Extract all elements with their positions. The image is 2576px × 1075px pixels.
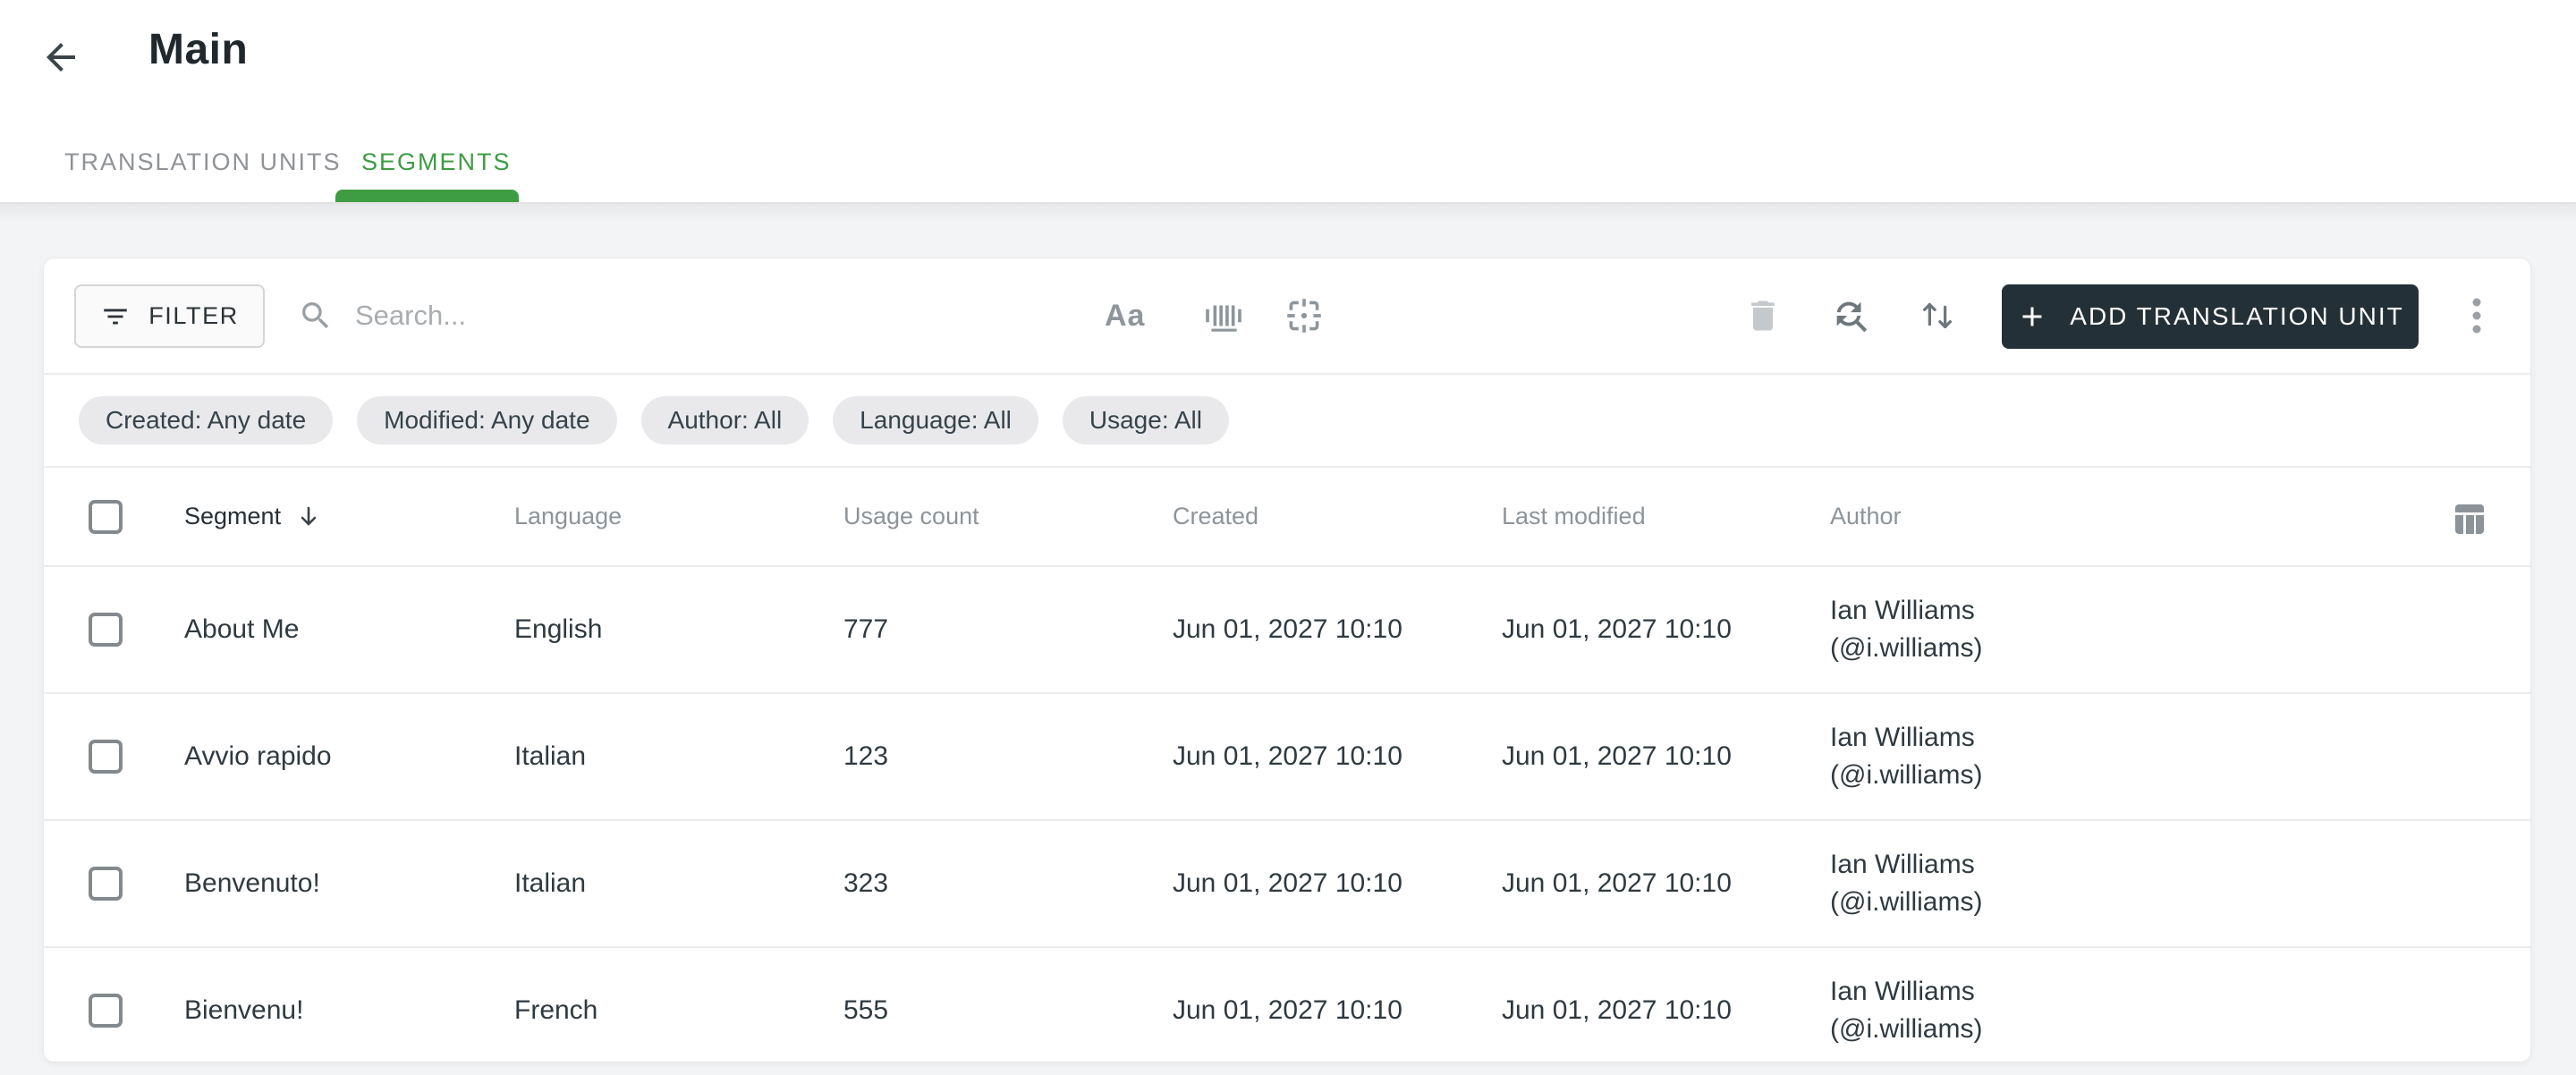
trash-icon [1751,300,1775,331]
cell-author: Ian Williams (@i.williams) [1830,977,1983,1044]
add-translation-unit-button[interactable]: ADD TRANSLATION UNIT [2002,284,2419,349]
filter-icon [104,309,127,324]
search-input[interactable] [355,300,981,332]
match-case-toggle[interactable]: Aa [1105,258,1145,373]
table-header: Segment Language Usage count Created Las… [44,468,2530,567]
columns-icon [2455,504,2484,534]
cell-usage-count: 555 [843,995,889,1025]
column-header-language[interactable]: Language [514,503,843,530]
table-row[interactable]: Avvio rapido Italian 123 Jun 01, 2027 10… [44,694,2530,821]
row-checkbox[interactable] [89,613,123,647]
search-icon [302,302,329,329]
cell-author: Ian Williams (@i.williams) [1830,850,1983,917]
tab-bar: TRANSLATION UNITS SEGMENTS [0,134,2576,204]
cell-language: French [514,995,598,1025]
column-picker-button[interactable] [2452,500,2530,534]
chip-usage[interactable]: Usage: All [1062,396,1229,444]
cell-segment: About Me [184,614,300,644]
column-header-last-modified[interactable]: Last modified [1502,503,1830,530]
cell-created: Jun 01, 2027 10:10 [1173,741,1402,771]
chip-author[interactable]: Author: All [640,396,809,444]
table-row[interactable]: About Me English 777 Jun 01, 2027 10:10 … [44,567,2530,694]
content-area: FILTER Aa [0,204,2576,1075]
column-header-usage-count[interactable]: Usage count [843,503,1173,530]
page-title: Main [148,26,249,73]
filter-button[interactable]: FILTER [74,284,265,348]
frame-scan-icon [1287,299,1321,333]
frame-scan-toggle[interactable] [1282,258,1326,373]
delete-button[interactable] [1743,258,1783,373]
cell-last-modified: Jun 01, 2027 10:10 [1502,614,1732,644]
cell-language: Italian [514,741,587,771]
sort-arrows-icon [1922,302,1953,329]
top-header: Main [0,0,2576,134]
filter-chips-row: Created: Any date Modified: Any date Aut… [44,375,2530,468]
back-button[interactable] [36,32,86,82]
cell-language: Italian [514,868,587,898]
cell-segment: Bienvenu! [184,995,304,1025]
cell-author: Ian Williams (@i.williams) [1830,723,1983,790]
plus-icon [2022,307,2042,326]
add-button-label: ADD TRANSLATION UNIT [2070,302,2404,330]
cell-segment: Avvio rapido [184,741,332,771]
row-checkbox[interactable] [89,740,123,774]
chip-modified[interactable]: Modified: Any date [357,396,617,444]
cell-created: Jun 01, 2027 10:10 [1173,995,1402,1025]
find-replace-button[interactable] [1830,258,1871,373]
tab-segments[interactable]: SEGMENTS [361,134,512,190]
select-all-checkbox[interactable] [89,499,123,534]
match-case-icon: Aa [1105,298,1146,333]
more-options-button[interactable] [2459,258,2495,373]
tab-translation-units[interactable]: TRANSLATION UNITS [64,134,342,190]
arrow-left-icon [47,43,75,72]
search-box [298,258,981,373]
cell-segment: Benvenuto! [184,868,320,898]
cell-author: Ian Williams (@i.williams) [1830,596,1983,663]
toolbar: FILTER Aa [44,258,2530,375]
cell-last-modified: Jun 01, 2027 10:10 [1502,741,1732,771]
row-checkbox[interactable] [89,994,123,1028]
cell-usage-count: 323 [843,868,889,898]
chip-language[interactable]: Language: All [833,396,1038,444]
kebab-menu-icon [2472,298,2481,334]
segments-card: FILTER Aa [43,258,2531,1062]
cell-usage-count: 123 [843,741,889,771]
sort-button[interactable] [1917,258,1958,373]
column-header-segment[interactable]: Segment [184,503,514,530]
sort-descending-icon [301,506,317,525]
barcode-icon [1206,305,1241,332]
cell-last-modified: Jun 01, 2027 10:10 [1502,868,1732,898]
active-tab-indicator [335,190,519,202]
row-checkbox[interactable] [89,867,123,901]
table-row[interactable]: Benvenuto! Italian 323 Jun 01, 2027 10:1… [44,821,2530,948]
table-row[interactable]: Bienvenu! French 555 Jun 01, 2027 10:10 … [44,948,2530,1062]
find-replace-icon [1836,301,1868,333]
cell-created: Jun 01, 2027 10:10 [1173,614,1402,644]
segments-page: Main TRANSLATION UNITS SEGMENTS FILTER A… [0,0,2576,1075]
cell-usage-count: 777 [843,614,889,644]
cell-created: Jun 01, 2027 10:10 [1173,868,1402,898]
cell-last-modified: Jun 01, 2027 10:10 [1502,995,1732,1025]
column-header-created[interactable]: Created [1173,503,1502,530]
column-header-author[interactable]: Author [1830,503,2452,530]
cell-language: English [514,614,603,644]
barcode-toggle[interactable] [1201,258,1246,373]
filter-button-label: FILTER [148,302,239,329]
chip-created[interactable]: Created: Any date [79,396,334,444]
